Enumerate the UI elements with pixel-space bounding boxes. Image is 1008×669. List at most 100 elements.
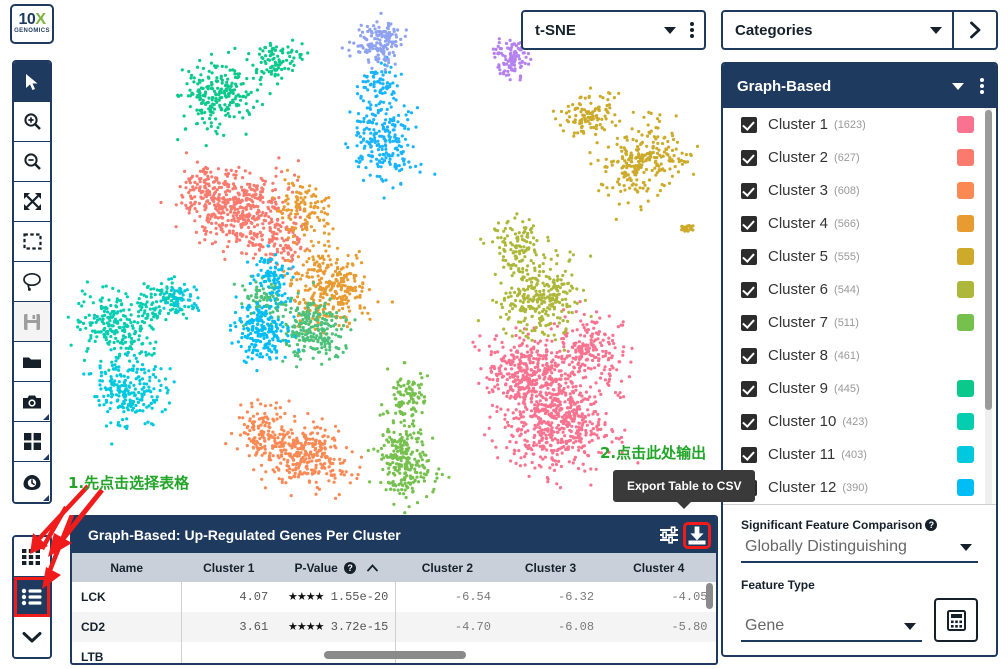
scatter-point [241, 209, 245, 214]
scatter-point [139, 350, 144, 354]
scatter-point [317, 218, 321, 222]
scatter-point [144, 295, 149, 299]
scatter-point [525, 367, 529, 371]
scatter-point [523, 370, 527, 375]
scatter-point [307, 456, 311, 460]
scatter-point [392, 393, 396, 397]
scatter-point [512, 303, 516, 307]
scatter-point [645, 134, 650, 138]
zoom-out-tool[interactable] [14, 142, 50, 182]
scatter-point [126, 375, 130, 379]
scatter-point [271, 337, 275, 341]
scatter-point [631, 137, 635, 142]
scatter-point [638, 186, 642, 190]
scatter-point [552, 285, 556, 289]
scatter-point [555, 278, 559, 283]
scatter-point [316, 318, 320, 322]
layout-grid-tool[interactable] [14, 422, 50, 462]
open-folder-tool[interactable] [14, 342, 50, 382]
scatter-point [601, 96, 605, 100]
view-options-tool[interactable] [14, 462, 50, 502]
scatter-point [208, 108, 213, 112]
view-more-corner[interactable] [43, 495, 49, 501]
scatter-point [299, 192, 303, 196]
scatter-point [505, 391, 509, 395]
scatter-point [591, 114, 595, 118]
scatter-point [563, 315, 567, 319]
scatter-point [618, 119, 622, 123]
scatter-point [272, 419, 276, 423]
screenshot-more-corner[interactable] [43, 414, 49, 420]
scatter-point [332, 281, 337, 285]
scatter-point [568, 438, 572, 442]
scatter-point [505, 394, 509, 398]
scatter-point [612, 341, 616, 346]
scatter-point [224, 107, 228, 111]
scatter-point [272, 205, 276, 209]
scatter-point [247, 52, 251, 56]
scatter-point [526, 390, 530, 394]
scatter-point [540, 438, 544, 442]
scatter-point [347, 305, 351, 309]
scatter-point [635, 178, 639, 182]
scatter-point [588, 86, 593, 90]
scatter-point [324, 249, 328, 253]
scatter-point [93, 313, 97, 317]
scatter-point [332, 480, 336, 484]
scatter-point [488, 377, 492, 381]
scatter-point [325, 293, 329, 297]
tsne-scatter-plot[interactable] [58, 0, 718, 515]
scatter-point [532, 248, 536, 252]
scatter-point [520, 369, 524, 373]
scatter-point [122, 321, 127, 326]
scatter-point [536, 409, 540, 413]
scatter-point [534, 382, 538, 386]
scatter-point [275, 232, 279, 236]
scatter-point [525, 344, 529, 348]
scatter-point [206, 75, 210, 79]
tenx-genomics-logo[interactable]: 10X GENOMICS [10, 4, 54, 44]
layout-more-corner[interactable] [43, 454, 49, 460]
scatter-point [195, 160, 199, 164]
scatter-point [379, 446, 383, 451]
scatter-point [311, 281, 315, 285]
scatter-point [280, 444, 284, 448]
scatter-point [321, 254, 325, 258]
lasso-select-tool[interactable] [14, 262, 50, 302]
scatter-point [255, 187, 259, 191]
scatter-point [208, 217, 212, 221]
scatter-point [276, 54, 280, 58]
scatter-point [248, 305, 252, 309]
scatter-point [524, 334, 528, 338]
scatter-point [280, 67, 284, 72]
rectangle-select-tool[interactable] [14, 222, 50, 262]
scatter-point [292, 63, 296, 67]
scatter-point [205, 127, 209, 131]
screenshot-camera-tool[interactable] [14, 382, 50, 422]
scatter-point [511, 434, 515, 438]
scatter-point [603, 114, 607, 118]
scatter-point [188, 293, 192, 297]
save-tool[interactable] [14, 302, 50, 342]
scatter-point [327, 357, 331, 361]
scatter-point [233, 75, 238, 79]
pan-resize-tool[interactable] [14, 182, 50, 222]
scatter-point [269, 53, 273, 57]
scatter-point [525, 407, 529, 411]
scatter-point [241, 416, 245, 420]
scatter-point [259, 75, 263, 79]
scatter-point [223, 205, 227, 209]
zoom-in-tool[interactable] [14, 102, 50, 142]
scatter-point [505, 378, 509, 382]
scatter-point [327, 479, 331, 483]
scatter-point [281, 314, 285, 318]
pointer-tool[interactable] [14, 62, 50, 102]
scatter-point [503, 354, 507, 358]
scatter-point [328, 297, 332, 301]
scatter-point [276, 454, 280, 458]
scatter-point [518, 336, 522, 340]
scatter-point [558, 349, 562, 353]
scatter-point [629, 160, 633, 164]
scatter-point [571, 329, 575, 333]
scatter-point [606, 358, 611, 362]
